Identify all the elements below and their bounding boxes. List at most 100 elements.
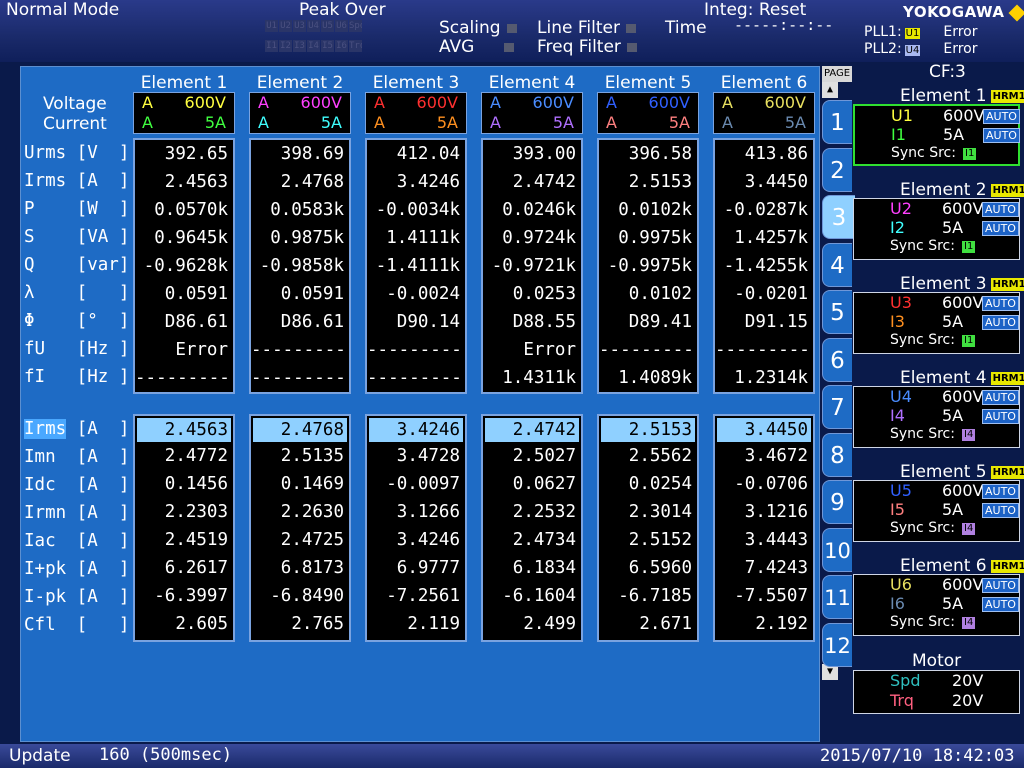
- page-tab-9[interactable]: 9: [822, 480, 852, 524]
- page-tab-4[interactable]: 4: [822, 242, 852, 287]
- row-label: Irms [A ]: [24, 171, 130, 191]
- current-label: I2: [890, 218, 905, 237]
- selected-irms-value: 2.4742: [485, 418, 579, 442]
- current-value: 2.4734: [512, 530, 576, 550]
- sync-source-label: Sync Src:: [890, 238, 955, 254]
- sync-source-value: I4: [962, 617, 976, 629]
- page-tab-10[interactable]: 10: [822, 527, 852, 572]
- row-label: Q [var]: [24, 255, 130, 275]
- side-element-box[interactable]: U2 600V AUTO I2 5A AUTO Sync Src: I1: [853, 198, 1020, 260]
- measurement-value: 0.0591: [280, 284, 344, 304]
- row-label: Idc [A ]: [24, 475, 130, 495]
- element-current-column: 3.4450 3.4672 -0.0706 3.1216 3.4443 7.4243 -7.…: [713, 414, 815, 642]
- element-header: Element 5: [604, 73, 692, 93]
- page-tab-11[interactable]: 11: [822, 575, 852, 619]
- measurement-value: -0.0034k: [375, 200, 460, 220]
- current-value: 3.1216: [744, 502, 808, 522]
- element-header: Element 4: [488, 73, 576, 93]
- peak-indicator: U5: [321, 20, 334, 32]
- voltage-label: U2: [890, 199, 912, 218]
- side-element-box[interactable]: U3 600V AUTO I3 5A AUTO Sync Src: I1: [853, 292, 1020, 354]
- side-element-box[interactable]: U1 600V AUTO I1 5A AUTO Sync Src: I1: [853, 104, 1020, 166]
- page-tab-8[interactable]: 8: [822, 432, 852, 477]
- current-label: I1: [891, 125, 906, 144]
- current-label: I5: [890, 500, 905, 519]
- peak-indicator: Trq: [349, 40, 362, 52]
- voltage-range: 600V: [532, 93, 574, 112]
- current-value: -6.7185: [618, 586, 692, 606]
- page-tab-1[interactable]: 1: [822, 100, 852, 144]
- trq-range: 20V: [952, 691, 984, 710]
- peak-indicator: Spd: [349, 20, 362, 32]
- update-value: 160 (500msec): [99, 745, 233, 765]
- element-current-column: 2.4768 2.5135 0.1469 2.2630 2.4725 6.8173 -6.8…: [249, 414, 351, 642]
- side-element-name: Element 2: [900, 180, 987, 200]
- current-range: 5A: [942, 406, 964, 425]
- sync-source-label: Sync Src:: [891, 145, 956, 161]
- side-element-title: Element 2 HRM1: [900, 180, 1024, 200]
- voltage-header: Voltage: [43, 94, 107, 114]
- voltage-range: 600V: [942, 293, 984, 312]
- side-element-box[interactable]: U5 600V AUTO I5 5A AUTO Sync Src: I4: [853, 480, 1020, 542]
- measurement-value: -0.9721k: [491, 256, 576, 276]
- voltage-range: 600V: [942, 387, 984, 406]
- page-tab-3[interactable]: 3: [822, 195, 855, 239]
- current-value: 0.0627: [512, 474, 576, 494]
- sync-source-label: Sync Src:: [890, 520, 955, 536]
- measurement-value: 1.4089k: [618, 368, 692, 388]
- current-value: -6.8490: [270, 586, 344, 606]
- spd-range: 20V: [952, 671, 984, 690]
- selected-item-label[interactable]: Irms: [24, 419, 67, 439]
- current-value: 0.1469: [280, 474, 344, 494]
- side-element-box[interactable]: U4 600V AUTO I4 5A AUTO Sync Src: I4: [853, 386, 1020, 448]
- current-value: 2.5152: [628, 530, 692, 550]
- scaling-indicator: Scaling: [439, 18, 517, 38]
- peak-indicator: U2: [279, 20, 292, 32]
- side-element-title: Element 1 HRM1: [900, 86, 1024, 106]
- measurement-value: D89.41: [628, 312, 692, 332]
- measurement-value: 0.0583k: [270, 200, 344, 220]
- page-tab-7[interactable]: 7: [822, 385, 852, 429]
- auto-range-badge: AUTO: [982, 202, 1019, 217]
- measurement-value: D91.15: [744, 312, 808, 332]
- page-up-icon[interactable]: ▲: [822, 82, 838, 98]
- sync-source-label: Sync Src:: [890, 426, 955, 442]
- current-value: -7.2561: [386, 586, 460, 606]
- measurement-value: 396.58: [628, 144, 692, 164]
- voltage-range-mode: A: [374, 93, 385, 112]
- element-range-box: A 600V A 5A: [249, 92, 351, 134]
- current-value: -7.5507: [734, 586, 808, 606]
- avg-indicator: AVG: [439, 37, 515, 57]
- peak-indicator: U3: [293, 20, 306, 32]
- peak-over-current-indicators: I1I2I3I4I5I6Trq: [265, 40, 363, 55]
- measurement-value: -0.9628k: [143, 256, 228, 276]
- voltage-range: 600V: [943, 106, 985, 125]
- measurement-value: 0.9645k: [154, 228, 228, 248]
- footer-bar: Update 160 (500msec) 2015/07/10 18:42:03: [0, 744, 1024, 768]
- measurement-value: ---------: [715, 340, 810, 360]
- measurement-value: ---------: [367, 368, 462, 388]
- row-label: S [VA ]: [24, 227, 130, 247]
- crest-factor: CF:3: [929, 62, 966, 82]
- page-tab-12[interactable]: 12: [822, 622, 852, 667]
- sync-source-value: I4: [962, 523, 976, 535]
- page-tab-6[interactable]: 6: [822, 337, 852, 382]
- voltage-range: 600V: [942, 481, 984, 500]
- side-element-box[interactable]: U6 600V AUTO I6 5A AUTO Sync Src: I4: [853, 574, 1020, 636]
- measurement-value: ---------: [251, 368, 346, 388]
- auto-range-badge: AUTO: [982, 597, 1019, 612]
- page-tab-5[interactable]: 5: [822, 290, 852, 334]
- row-label: I-pk [A ]: [24, 587, 130, 607]
- measurement-value: ---------: [251, 340, 346, 360]
- row-label-selected[interactable]: Irms [A ]: [24, 419, 129, 439]
- side-element-title: Element 6 HRM1: [900, 556, 1024, 576]
- measurement-value: 2.4563: [164, 172, 228, 192]
- element-range-box: A 600V A 5A: [481, 92, 583, 134]
- peak-indicator: I3: [293, 40, 306, 52]
- row-label: Iac [A ]: [24, 531, 130, 551]
- page-tab-2[interactable]: 2: [822, 147, 852, 192]
- measurement-value: 0.9875k: [270, 228, 344, 248]
- measurement-value: ---------: [367, 340, 462, 360]
- current-value: 2.605: [175, 614, 228, 634]
- measurement-value: 0.0102: [628, 284, 692, 304]
